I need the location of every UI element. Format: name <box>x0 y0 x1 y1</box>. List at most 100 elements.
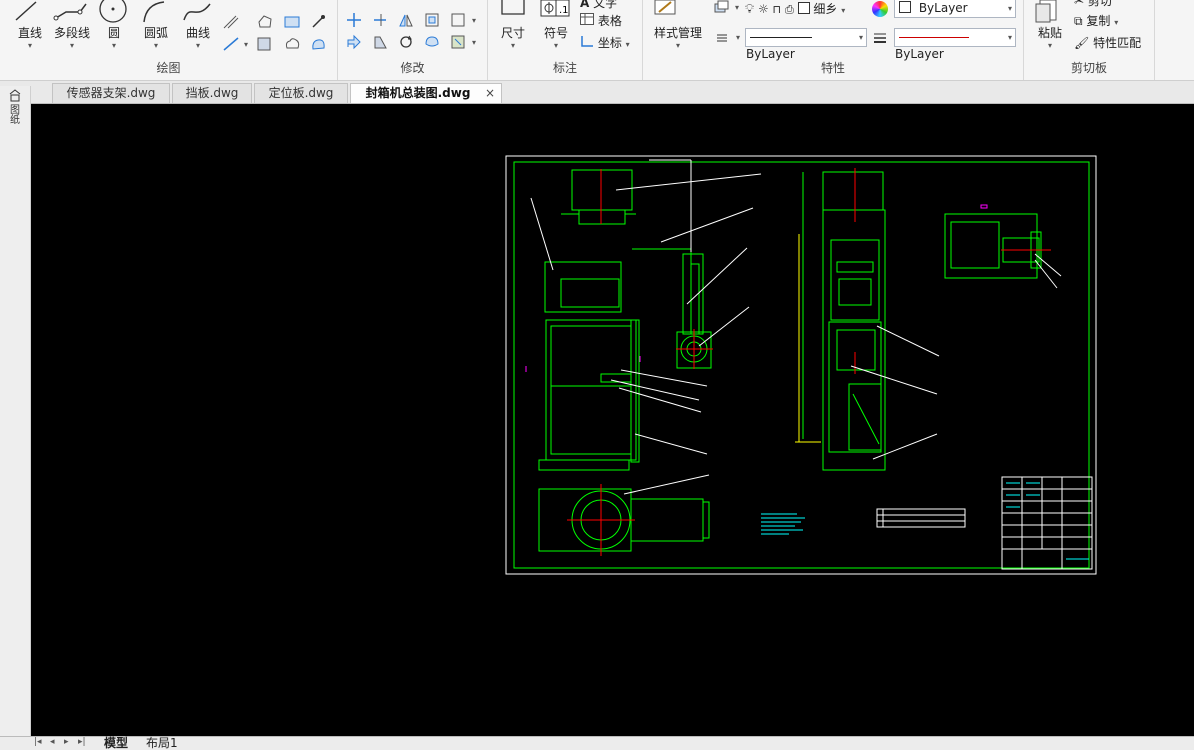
chevron-down-icon[interactable]: ▾ <box>472 38 476 47</box>
lineweight-select[interactable]: ByLayer ▾ <box>894 28 1016 61</box>
circle-icon <box>99 0 127 23</box>
chevron-down-icon: ▾ <box>841 6 846 15</box>
move-icon[interactable] <box>346 12 364 28</box>
rotate-icon[interactable] <box>398 34 416 50</box>
color-select-value: ByLayer <box>918 1 968 15</box>
chevron-down-icon: ▾ <box>195 41 200 50</box>
symbol-tool-button[interactable]: .1 符号 ▾ <box>538 0 574 50</box>
chevron-down-icon: ▾ <box>1007 4 1012 13</box>
lineweight-icon[interactable] <box>872 30 890 46</box>
list-icon[interactable] <box>715 30 733 46</box>
close-icon[interactable]: × <box>485 84 495 103</box>
line-tool-label: 直线 <box>17 26 42 40</box>
next-layout-icon[interactable]: ▸ <box>64 737 69 747</box>
style-manager-button[interactable]: 样式管理 ▾ <box>647 0 709 50</box>
style-manager-icon <box>654 0 676 15</box>
paste-button[interactable]: 粘贴 ▾ <box>1032 0 1068 50</box>
tab-sensor-bracket[interactable]: 传感器支架.dwg <box>52 83 170 103</box>
text-tool-button[interactable]: A 文字 <box>580 0 617 11</box>
clipboard-panel: 粘贴 ▾ ✂ 剪切 ⧉ 复制 ▾ 🖌︎ 特性匹配 剪切板 <box>1024 0 1155 80</box>
geometric-tolerance-icon: .1 <box>540 0 570 17</box>
sheet-set-panel[interactable]: 图纸 <box>0 86 31 749</box>
array-icon[interactable] <box>450 12 468 28</box>
coordinate-icon <box>581 36 593 47</box>
side-view <box>802 171 886 471</box>
stretch-icon[interactable] <box>346 34 364 50</box>
point-icon[interactable] <box>310 14 328 30</box>
cut-button[interactable]: ✂ 剪切 <box>1074 0 1112 9</box>
trim-icon[interactable] <box>372 12 390 28</box>
chevron-down-icon[interactable]: ▾ <box>244 40 248 49</box>
prev-layout-icon[interactable]: ◂ <box>50 737 55 747</box>
arc-icon <box>143 1 165 23</box>
tab-model[interactable]: 模型 <box>104 736 128 750</box>
copy-object-icon[interactable] <box>424 34 442 50</box>
symbol-tool-label: 符号 <box>543 26 568 40</box>
text-tool-label: 文字 <box>593 0 618 10</box>
color-swatch-icon <box>797 2 810 14</box>
circle-tool-button[interactable]: 圆 ▾ <box>96 0 132 50</box>
paste-icon <box>1035 0 1057 23</box>
ray-icon[interactable] <box>222 36 240 52</box>
svg-text:.1: .1 <box>559 5 569 16</box>
polyline-icon <box>53 3 87 21</box>
chevron-down-icon: ▾ <box>675 41 680 50</box>
scale-icon[interactable] <box>372 34 390 50</box>
table-tool-button[interactable]: 表格 <box>580 12 622 29</box>
color-wheel-icon[interactable] <box>872 1 888 17</box>
tab-baffle[interactable]: 挡板.dwg <box>172 83 252 103</box>
mirror-icon[interactable] <box>398 12 416 28</box>
tab-layout1[interactable]: 布局1 <box>146 736 178 750</box>
properties-panel-title: 特性 <box>820 61 845 75</box>
revcloud-icon[interactable] <box>284 36 302 52</box>
match-properties-button[interactable]: 🖌︎ 特性匹配 <box>1074 34 1141 51</box>
line-tool-button[interactable]: 直线 ▾ <box>10 0 50 50</box>
layer-selector[interactable]: 💡︎ ☼ ⊓ ⎙ 细乡 ▾ <box>745 0 845 18</box>
last-layout-icon[interactable]: ▸| <box>78 737 86 747</box>
dimension-tool-label: 尺寸 <box>500 26 525 40</box>
layout-tab-bar: |◂ ◂ ▸ ▸| 模型 布局1 <box>0 736 1194 750</box>
explode-icon[interactable] <box>450 34 468 50</box>
dimension-tool-button[interactable]: 尺寸 ▾ <box>496 0 530 50</box>
chevron-down-icon[interactable]: ▾ <box>472 16 476 25</box>
draw-panel: 直线 ▾ 多段线 ▾ 圆 ▾ 圆弧 ▾ 曲线 ▾ ▾ 绘图 <box>0 0 338 80</box>
rectangle-icon[interactable] <box>256 36 274 52</box>
sheet-outer-frame <box>505 155 1097 575</box>
scissors-icon: ✂ <box>1074 0 1085 8</box>
curve-tool-button[interactable]: 曲线 ▾ <box>180 0 216 50</box>
table-icon <box>580 13 594 25</box>
wipeout-icon[interactable] <box>310 36 328 52</box>
polyline-tool-button[interactable]: 多段线 ▾ <box>50 0 94 50</box>
dimension-icon <box>501 0 525 15</box>
notes-table <box>876 508 966 528</box>
coordinate-tool-button[interactable]: 坐标 ▾ <box>580 34 630 51</box>
offset-icon[interactable] <box>424 12 442 28</box>
layer-properties-icon[interactable] <box>713 0 731 16</box>
model-space-canvas[interactable] <box>31 104 1194 736</box>
text-icon: A <box>580 0 590 10</box>
hatch-icon[interactable] <box>222 14 240 30</box>
chevron-down-icon: ▾ <box>510 41 515 50</box>
arc-tool-label: 圆弧 <box>143 26 168 40</box>
cad-drawing[interactable] <box>31 104 1194 736</box>
tab-sealing-machine-assembly[interactable]: 封箱机总装图.dwg × <box>350 83 502 103</box>
copy-button[interactable]: ⧉ 复制 ▾ <box>1074 12 1118 29</box>
color-select[interactable]: ByLayer ▾ <box>894 0 1016 18</box>
sun-icon: ☼ <box>757 2 769 16</box>
chevron-down-icon[interactable]: ▾ <box>735 3 739 12</box>
chevron-down-icon: ▾ <box>625 40 630 49</box>
tab-positioning-plate[interactable]: 定位板.dwg <box>254 83 348 103</box>
first-layout-icon[interactable]: |◂ <box>34 737 42 747</box>
region-icon[interactable] <box>256 14 274 30</box>
linetype-select[interactable]: ByLayer ▾ <box>745 28 867 61</box>
cut-label: 剪切 <box>1087 0 1112 8</box>
circle-tool-label: 圆 <box>107 26 120 40</box>
chevron-down-icon[interactable]: ▾ <box>736 33 740 42</box>
line-icon <box>15 1 37 21</box>
ribbon: 直线 ▾ 多段线 ▾ 圆 ▾ 圆弧 ▾ 曲线 ▾ ▾ 绘图 ▾ ▾ 修改 尺寸 … <box>0 0 1194 81</box>
arc-tool-button[interactable]: 圆弧 ▾ <box>138 0 174 50</box>
lightbulb-icon: 💡︎ <box>745 2 755 17</box>
chevron-down-icon: ▾ <box>858 33 863 42</box>
boundary-icon[interactable] <box>284 14 302 30</box>
sheet-manager-icon[interactable] <box>8 88 22 102</box>
